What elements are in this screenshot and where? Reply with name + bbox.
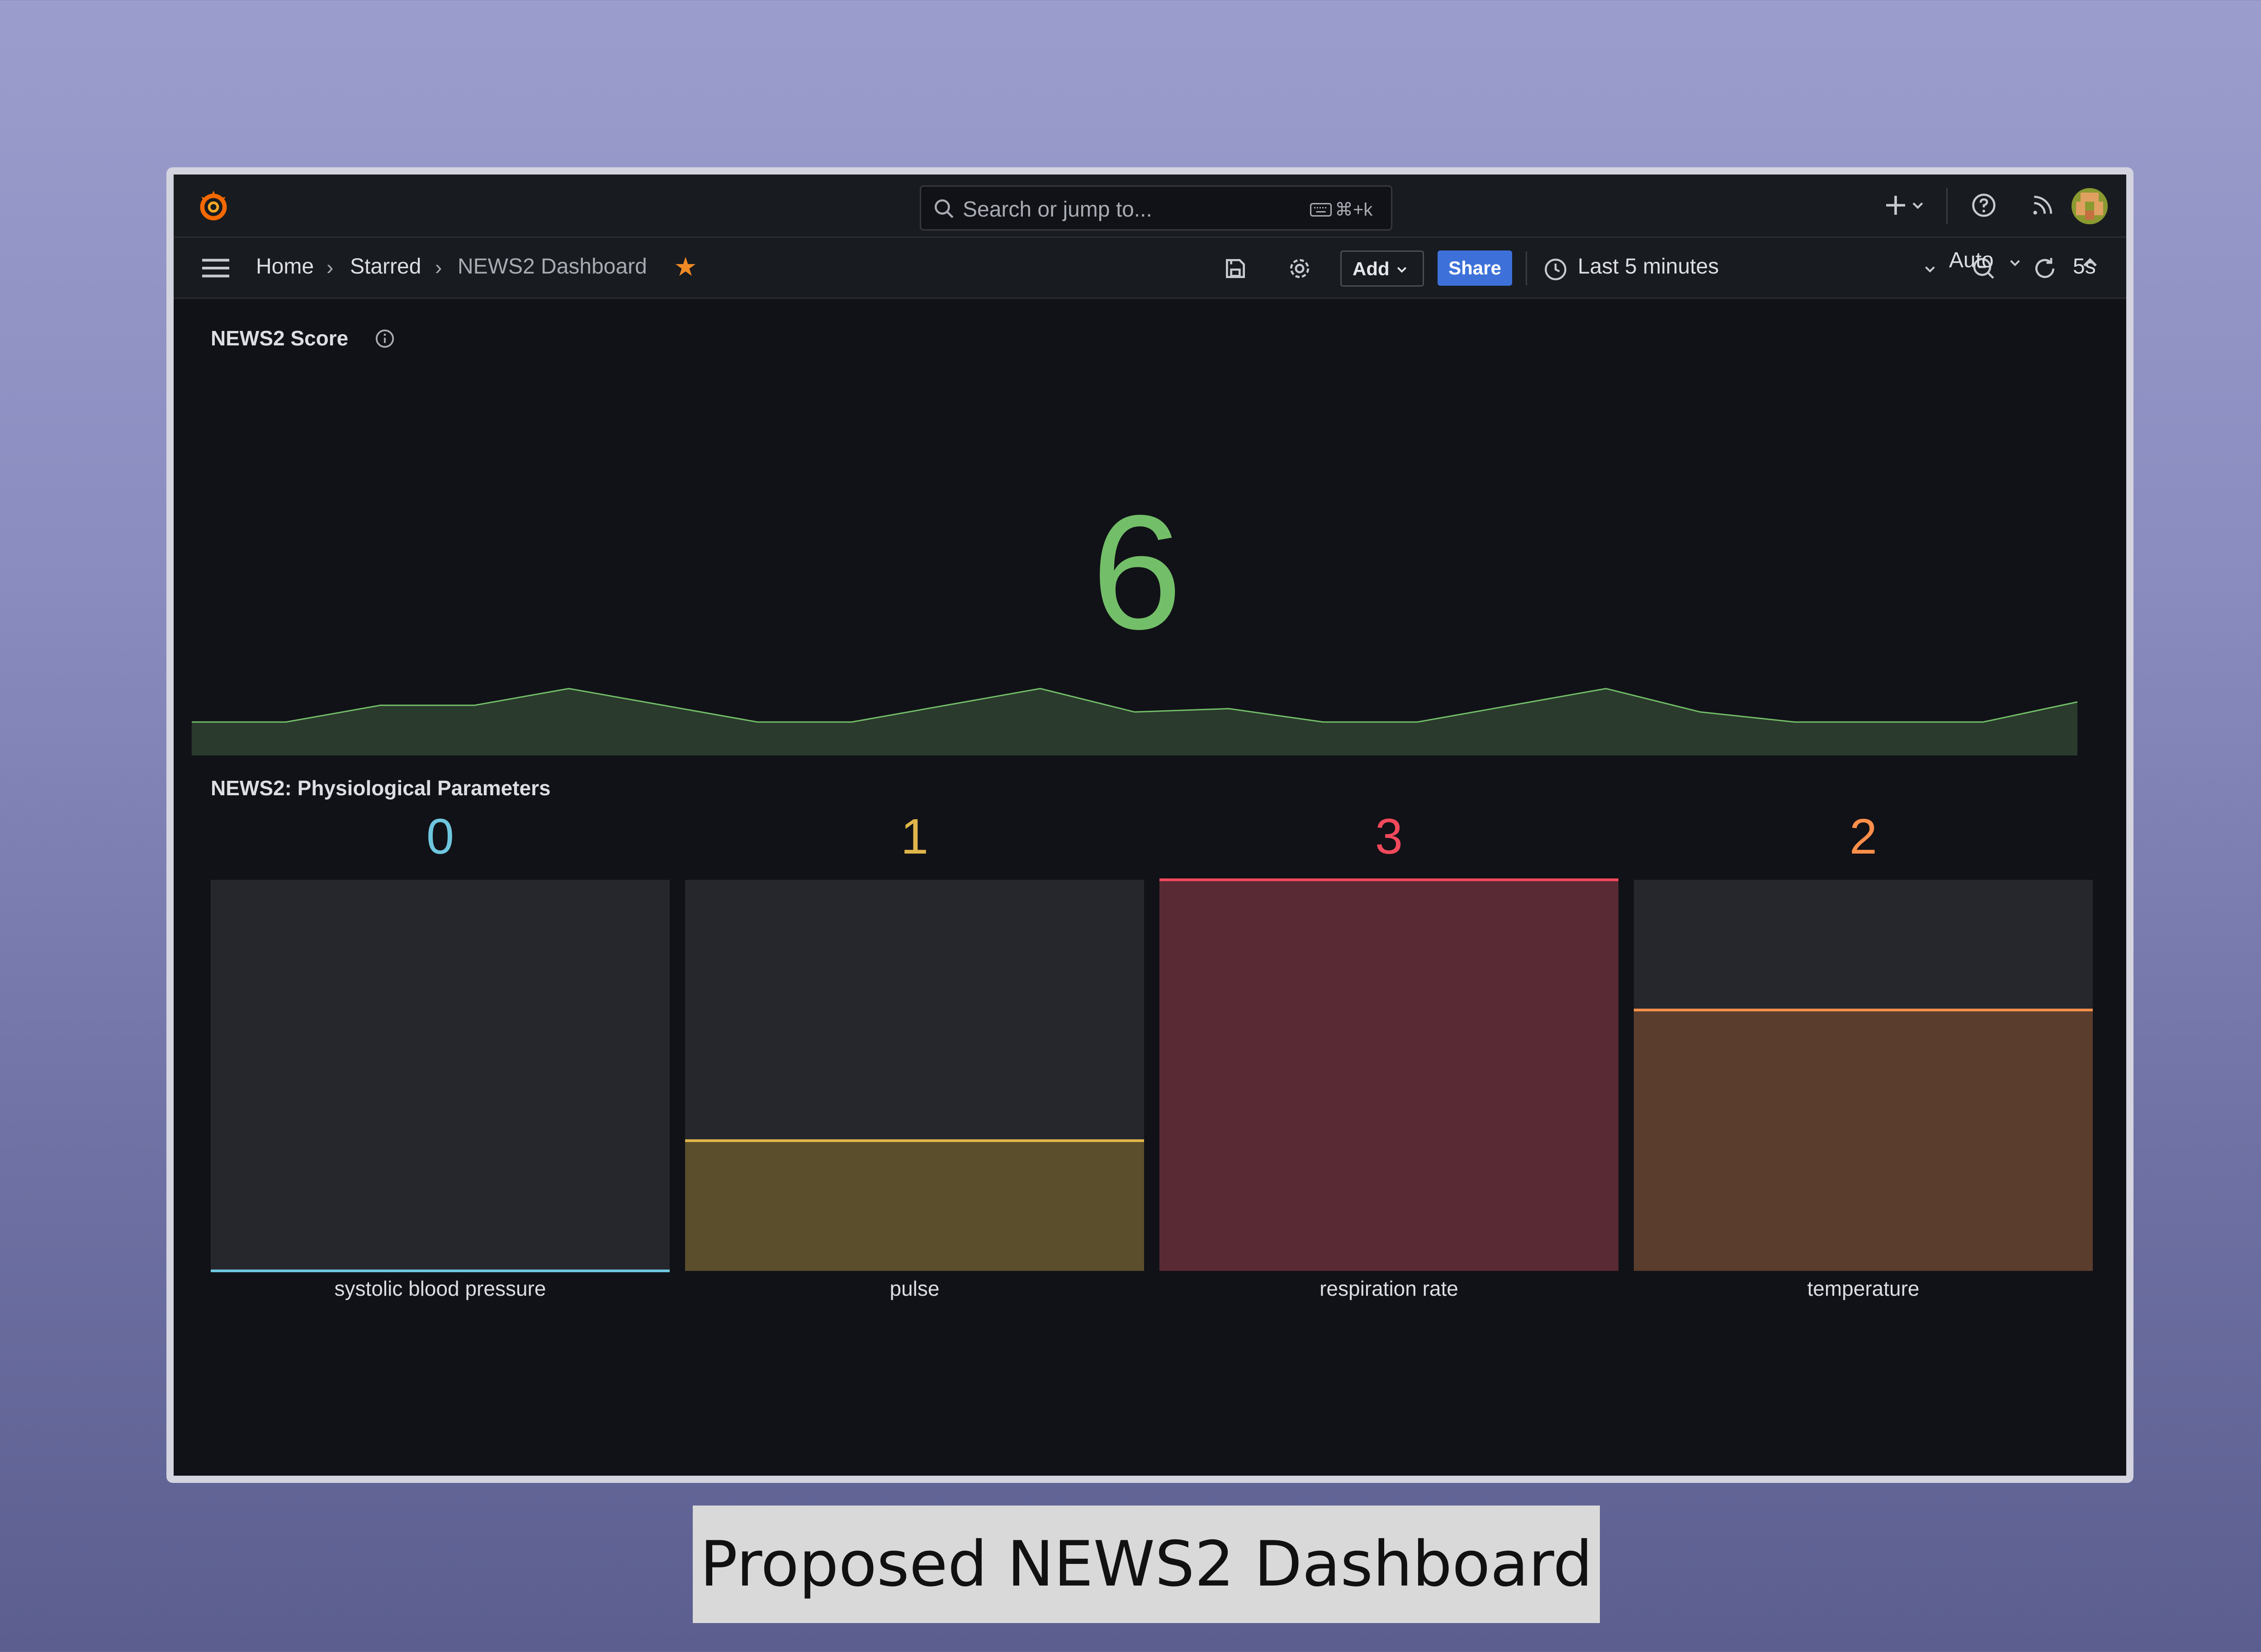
gauge-value: 0 — [426, 809, 454, 864]
gauge-level-line — [211, 1270, 670, 1272]
gauge-label: pulse — [889, 1277, 940, 1300]
caption: Proposed NEWS2 Dashboard — [693, 1506, 1600, 1623]
gauge-label: temperature — [1807, 1277, 1920, 1300]
gauge-track — [1159, 878, 1618, 1271]
gauge-temperature: 2 temperature — [1634, 812, 2093, 1309]
dashboard-content: NEWS2 Score 6 NEWS2: Physiological Param… — [174, 175, 2126, 1476]
gauge-label: systolic blood pressure — [334, 1277, 546, 1300]
gauge-level-line — [1159, 878, 1618, 881]
params-panel-title: NEWS2: Physiological Parameters — [211, 776, 551, 800]
gauge-level-line — [685, 1139, 1144, 1142]
gauge-track — [211, 880, 670, 1272]
gauge-pulse: 1 pulse — [685, 812, 1144, 1309]
score-panel-title: NEWS2 Score — [211, 326, 349, 350]
gauge-value: 3 — [1375, 809, 1403, 864]
score-sparkline — [192, 688, 2077, 755]
gauge-fill — [1634, 1010, 2093, 1271]
gauge-value: 1 — [900, 809, 929, 864]
gauge-fill — [1159, 880, 1618, 1271]
gauge-level-line — [1634, 1009, 2093, 1012]
news2-score-value: 6 — [1091, 481, 1183, 663]
gauge-fill — [685, 1140, 1144, 1271]
gauge-value: 2 — [1849, 809, 1878, 864]
gauge-respiration-rate: 3 respiration rate — [1159, 812, 1618, 1309]
gauge-track — [685, 880, 1144, 1271]
gauge-track — [1634, 880, 2093, 1271]
gauge-systolic-blood-pressure: 0 systolic blood pressure — [211, 812, 670, 1309]
info-icon[interactable] — [374, 328, 395, 349]
gauge-label: respiration rate — [1320, 1277, 1458, 1300]
